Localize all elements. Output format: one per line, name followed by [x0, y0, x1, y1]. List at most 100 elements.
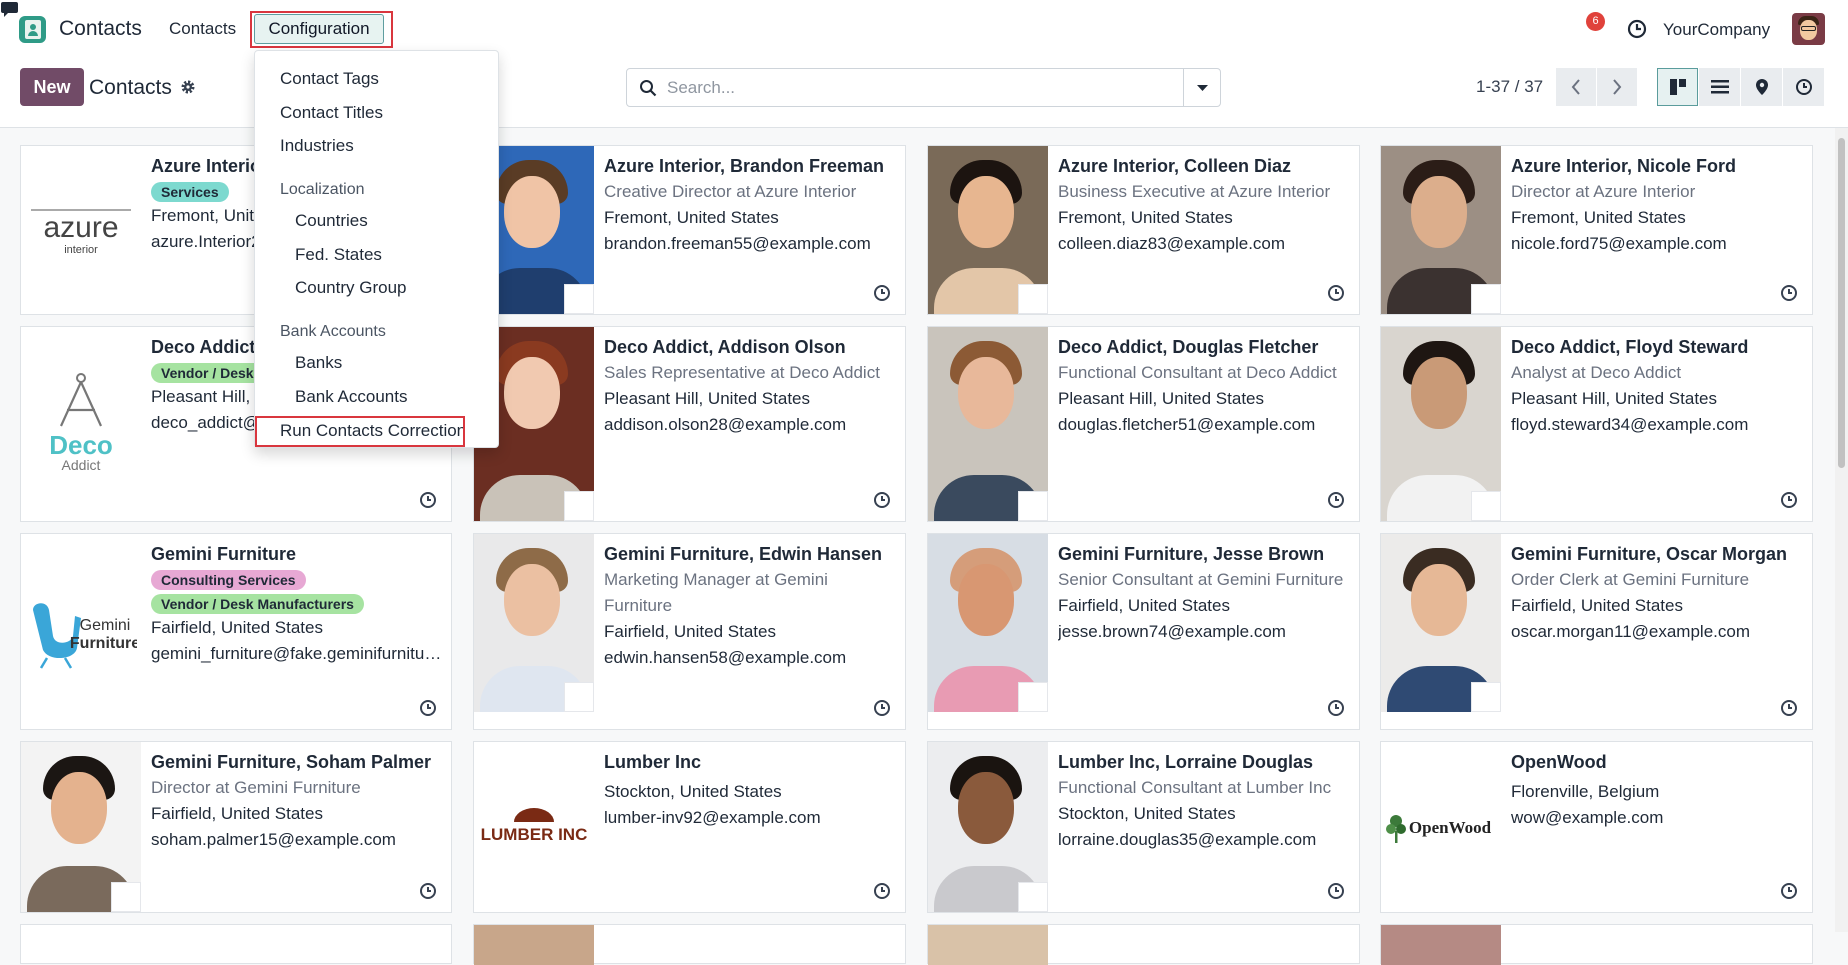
- page-title: Contacts: [89, 76, 172, 99]
- company-mini-logo: [1018, 284, 1048, 314]
- activity-clock-icon[interactable]: [1327, 284, 1345, 302]
- contact-card[interactable]: Azure Interior, Nicole Ford Director at …: [1380, 145, 1813, 315]
- contact-location: Pleasant Hill, United States: [604, 389, 810, 408]
- contact-email: floyd.steward34@example.com: [1511, 415, 1749, 434]
- contact-name: Azure Interior, Colleen Diaz: [1058, 156, 1292, 176]
- search-input[interactable]: [667, 77, 1167, 99]
- activity-clock-icon[interactable]: [1627, 19, 1647, 39]
- contact-card[interactable]: [473, 924, 906, 965]
- contact-photo: [1381, 146, 1501, 314]
- activity-clock-icon[interactable]: [873, 699, 891, 717]
- contact-card[interactable]: Gemini Furniture, Edwin Hansen Marketing…: [473, 533, 906, 730]
- view-map-button[interactable]: [1741, 68, 1782, 106]
- menu-item-country-group[interactable]: Country Group: [295, 278, 407, 298]
- menu-contacts[interactable]: Contacts: [169, 19, 236, 39]
- contact-email: gemini_furniture@fake.geminifurniture.co…: [151, 644, 443, 663]
- menu-item-contact-tags[interactable]: Contact Tags: [280, 69, 379, 89]
- contact-job: Marketing Manager at Gemini Furniture: [604, 570, 828, 615]
- activity-clock-icon[interactable]: [1780, 882, 1798, 900]
- contacts-app-icon[interactable]: [19, 16, 46, 43]
- chat-icon[interactable]: [0, 0, 22, 20]
- caret-down-icon: [1197, 85, 1208, 91]
- activity-clock-icon[interactable]: [873, 882, 891, 900]
- contact-card[interactable]: Gemini Furniture, Oscar Morgan Order Cle…: [1380, 533, 1813, 730]
- pager-next-button[interactable]: [1597, 68, 1637, 106]
- contact-card[interactable]: Deco Addict, Addison Olson Sales Represe…: [473, 326, 906, 522]
- activity-clock-icon[interactable]: [873, 284, 891, 302]
- menu-item-countries[interactable]: Countries: [295, 211, 368, 231]
- app-name[interactable]: Contacts: [59, 17, 142, 41]
- contact-card[interactable]: OpenWood OpenWood Florenville, Belgium w…: [1380, 741, 1813, 913]
- pager-value[interactable]: 1-37 / 37: [1476, 77, 1543, 97]
- contact-card[interactable]: Azure Interior, Colleen Diaz Business Ex…: [927, 145, 1360, 315]
- pager-previous-button[interactable]: [1556, 68, 1596, 106]
- svg-text:Addict: Addict: [62, 457, 101, 473]
- clock-icon: [1795, 79, 1812, 95]
- activity-clock-icon[interactable]: [1327, 882, 1345, 900]
- activity-clock-icon[interactable]: [873, 491, 891, 509]
- company-logo: Gemini Furniture: [21, 534, 141, 729]
- company-logo: azure interior: [21, 146, 141, 314]
- contact-location: Fremont, United States: [1511, 208, 1686, 227]
- activity-clock-icon[interactable]: [1327, 491, 1345, 509]
- contact-card[interactable]: Azure Interior, Brandon Freeman Creative…: [473, 145, 906, 315]
- company-mini-logo: [564, 284, 594, 314]
- contact-email: addison.olson28@example.com: [604, 415, 847, 434]
- contact-name: Lumber Inc, Lorraine Douglas: [1058, 752, 1314, 772]
- view-kanban-button[interactable]: [1657, 68, 1698, 106]
- contact-photo: [928, 327, 1048, 521]
- card-body: Azure Interior, Brandon Freeman Creative…: [604, 154, 897, 257]
- activity-clock-icon[interactable]: [1780, 284, 1798, 302]
- card-body: Lumber Inc, Lorraine Douglas Functional …: [1058, 750, 1351, 853]
- contact-card[interactable]: [1380, 924, 1813, 965]
- contact-card[interactable]: [927, 924, 1360, 965]
- contact-job: Analyst at Deco Addict: [1511, 363, 1682, 382]
- view-list-button[interactable]: [1699, 68, 1740, 106]
- svg-text:Furniture: Furniture: [70, 635, 137, 652]
- contact-email: douglas.fletcher51@example.com: [1058, 415, 1316, 434]
- contact-card[interactable]: Lumber Inc, Lorraine Douglas Functional …: [927, 741, 1360, 913]
- contact-card[interactable]: LUMBER INC Lumber Inc Stockton, United S…: [473, 741, 906, 913]
- contact-card[interactable]: [20, 924, 452, 964]
- contact-card[interactable]: Gemini Furniture Gemini Furniture Consult…: [20, 533, 452, 730]
- gear-icon[interactable]: [180, 79, 196, 95]
- contact-location: Florenville, Belgium: [1511, 782, 1660, 801]
- menu-item-industries[interactable]: Industries: [280, 136, 354, 156]
- contact-job: Order Clerk at Gemini Furniture: [1511, 570, 1750, 589]
- activity-clock-icon[interactable]: [1780, 699, 1798, 717]
- activity-clock-icon[interactable]: [419, 699, 437, 717]
- new-button[interactable]: New: [20, 68, 84, 106]
- view-activity-button[interactable]: [1783, 68, 1824, 106]
- contact-card[interactable]: Gemini Furniture, Soham Palmer Director …: [20, 741, 452, 913]
- page-scrollbar[interactable]: [1835, 128, 1848, 932]
- activity-clock-icon[interactable]: [1327, 699, 1345, 717]
- contact-card[interactable]: Gemini Furniture, Jesse Brown Senior Con…: [927, 533, 1360, 730]
- contact-name: OpenWood: [1511, 752, 1607, 772]
- menu-item-banks[interactable]: Banks: [295, 353, 342, 373]
- notification-badge: 6: [1586, 12, 1605, 31]
- tag-badge: Services: [151, 182, 229, 202]
- contact-email: jesse.brown74@example.com: [1058, 622, 1286, 641]
- activity-clock-icon[interactable]: [1780, 491, 1798, 509]
- menu-item-fed-states[interactable]: Fed. States: [295, 245, 382, 265]
- contact-name: Gemini Furniture, Edwin Hansen: [604, 544, 883, 564]
- contact-card[interactable]: Deco Addict, Floyd Steward Analyst at De…: [1380, 326, 1813, 522]
- contact-card[interactable]: Deco Addict, Douglas Fletcher Functional…: [927, 326, 1360, 522]
- contact-email: brandon.freeman55@example.com: [604, 234, 871, 253]
- menu-item-contact-titles[interactable]: Contact Titles: [280, 103, 383, 123]
- user-avatar[interactable]: [1792, 13, 1825, 45]
- tag-badge: Vendor / Desk Manufacturers: [151, 594, 364, 614]
- contact-job: Functional Consultant at Lumber Inc: [1058, 778, 1332, 797]
- search-options-toggle[interactable]: [1183, 69, 1220, 106]
- menu-item-bank-accounts[interactable]: Bank Accounts: [295, 387, 407, 407]
- contact-location: Fremont, United States: [1058, 208, 1233, 227]
- highlight-run-contacts-correction: [255, 416, 465, 447]
- tag-badge: Consulting Services: [151, 570, 306, 590]
- card-body: Gemini Furniture, Soham Palmer Director …: [151, 750, 443, 853]
- scrollbar-thumb[interactable]: [1838, 138, 1845, 468]
- activity-clock-icon[interactable]: [419, 491, 437, 509]
- activity-clock-icon[interactable]: [419, 882, 437, 900]
- company-switcher[interactable]: YourCompany: [1663, 20, 1770, 40]
- card-body: Lumber Inc Stockton, United States lumbe…: [604, 750, 897, 831]
- svg-text:interior: interior: [64, 244, 98, 256]
